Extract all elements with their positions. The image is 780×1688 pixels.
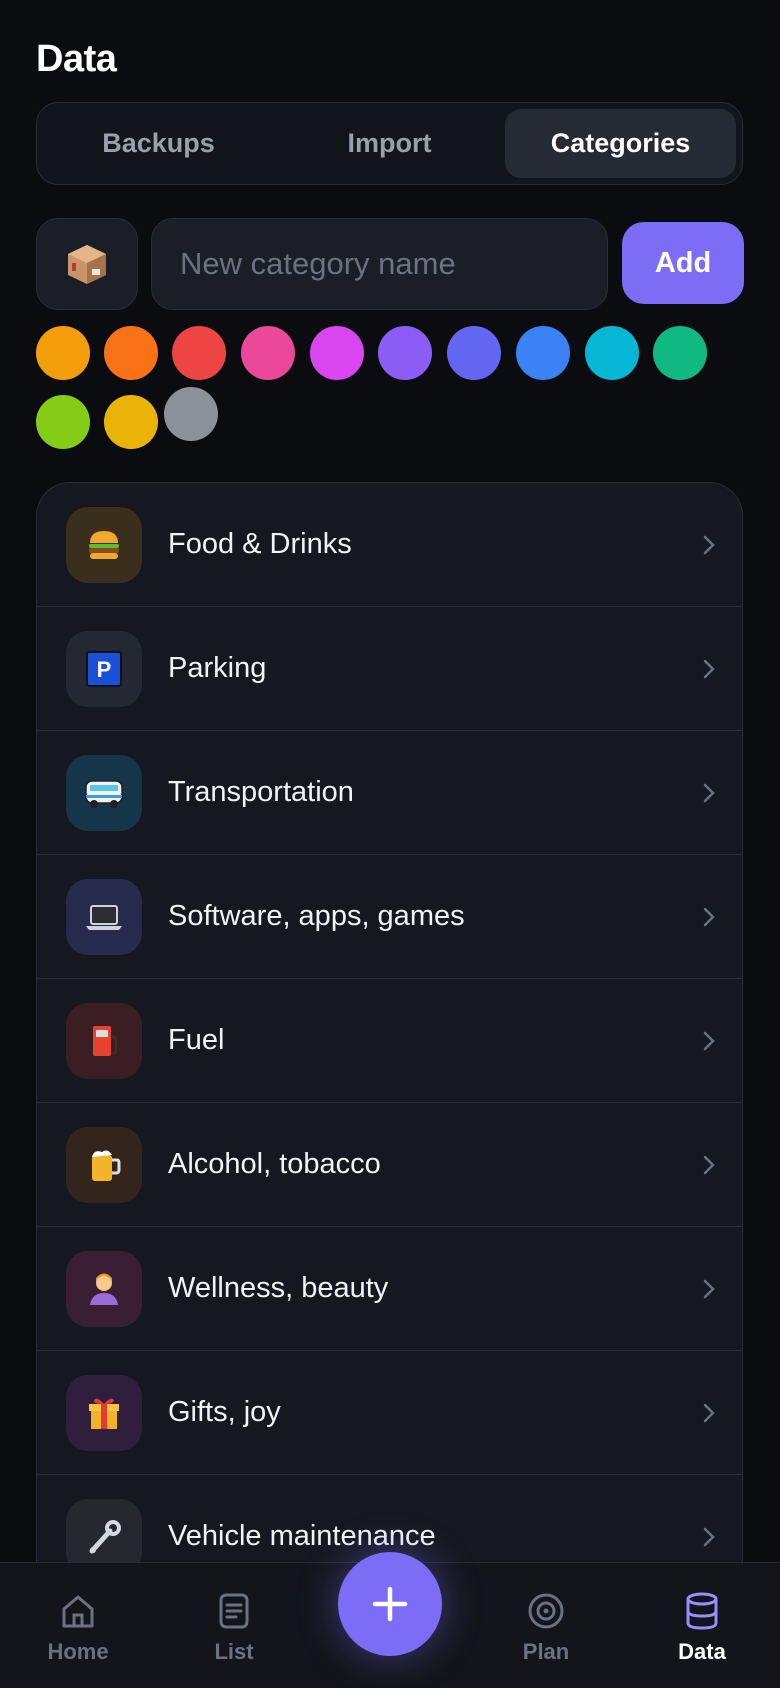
chevron-right-icon xyxy=(703,1403,715,1422)
chevron-right-icon xyxy=(703,1031,715,1050)
category-label: Software, apps, games xyxy=(168,900,465,932)
emoji-picker-button[interactable] xyxy=(36,218,138,310)
color-swatch[interactable] xyxy=(104,326,158,380)
page-title: Data xyxy=(36,38,117,80)
nav-label: List xyxy=(214,1639,254,1664)
svg-text:P: P xyxy=(97,657,112,682)
chevron-right-icon xyxy=(703,659,715,678)
color-swatch[interactable] xyxy=(36,326,90,380)
list-item[interactable]: Fuel xyxy=(37,979,742,1103)
category-name-input[interactable] xyxy=(151,218,608,310)
nav-data[interactable]: Data xyxy=(642,1563,762,1688)
tab-categories[interactable]: Categories xyxy=(505,109,736,178)
category-label: Vehicle maintenance xyxy=(168,1520,436,1552)
category-label: Fuel xyxy=(168,1024,225,1056)
nav-label: Home xyxy=(47,1639,109,1664)
color-swatch[interactable] xyxy=(104,395,158,449)
color-swatch[interactable] xyxy=(378,326,432,380)
parking-icon: P xyxy=(66,630,142,707)
list-item[interactable]: Transportation xyxy=(37,731,742,855)
category-label: Transportation xyxy=(168,776,354,808)
color-swatch[interactable] xyxy=(36,395,90,449)
target-icon xyxy=(526,1589,566,1633)
list-item[interactable]: Software, apps, games xyxy=(37,855,742,979)
bus-icon xyxy=(66,754,142,831)
nav-list[interactable]: List xyxy=(174,1563,294,1688)
chevron-right-icon xyxy=(703,1527,715,1546)
list-item[interactable]: Gifts, joy xyxy=(37,1351,742,1475)
chevron-right-icon xyxy=(703,1279,715,1298)
list-item[interactable]: P Parking xyxy=(37,607,742,731)
gift-icon xyxy=(66,1374,142,1451)
color-swatch[interactable] xyxy=(172,326,226,380)
package-icon xyxy=(68,245,106,284)
nav-home[interactable]: Home xyxy=(18,1563,138,1688)
spa-person-icon xyxy=(66,1250,142,1327)
add-transaction-button[interactable] xyxy=(338,1552,442,1656)
color-swatch[interactable] xyxy=(516,326,570,380)
nav-label: Data xyxy=(678,1639,726,1664)
nav-label: Plan xyxy=(522,1639,570,1664)
plus-icon xyxy=(372,1586,408,1622)
burger-icon xyxy=(66,506,142,583)
color-swatch[interactable] xyxy=(310,326,364,380)
chevron-right-icon xyxy=(703,1155,715,1174)
category-label: Wellness, beauty xyxy=(168,1272,389,1304)
list-item[interactable]: Alcohol, tobacco xyxy=(37,1103,742,1227)
color-swatch[interactable] xyxy=(447,326,501,380)
tab-import[interactable]: Import xyxy=(274,109,505,178)
color-swatch[interactable] xyxy=(241,326,295,380)
fuel-pump-icon xyxy=(66,1002,142,1079)
list-item[interactable]: Food & Drinks xyxy=(37,483,742,607)
beer-mug-icon xyxy=(66,1126,142,1203)
list-item[interactable]: Wellness, beauty xyxy=(37,1227,742,1351)
nav-plan[interactable]: Plan xyxy=(486,1563,606,1688)
add-category-button[interactable]: Add xyxy=(622,222,744,304)
chevron-right-icon xyxy=(703,907,715,926)
color-swatch[interactable] xyxy=(585,326,639,380)
chevron-right-icon xyxy=(703,783,715,802)
laptop-icon xyxy=(66,878,142,955)
tab-backups[interactable]: Backups xyxy=(43,109,274,178)
chevron-right-icon xyxy=(703,535,715,554)
segmented-tabs: Backups Import Categories xyxy=(36,102,743,185)
list-icon xyxy=(214,1589,254,1633)
category-label: Alcohol, tobacco xyxy=(168,1148,381,1180)
category-label: Food & Drinks xyxy=(168,528,352,560)
category-label: Parking xyxy=(168,652,267,684)
database-icon xyxy=(682,1589,722,1633)
category-list: Food & Drinks P Parking Transportation S… xyxy=(36,482,743,1602)
category-label: Gifts, joy xyxy=(168,1396,281,1428)
color-swatch[interactable] xyxy=(653,326,707,380)
color-swatch-selected[interactable] xyxy=(164,387,218,441)
home-icon xyxy=(58,1589,98,1633)
